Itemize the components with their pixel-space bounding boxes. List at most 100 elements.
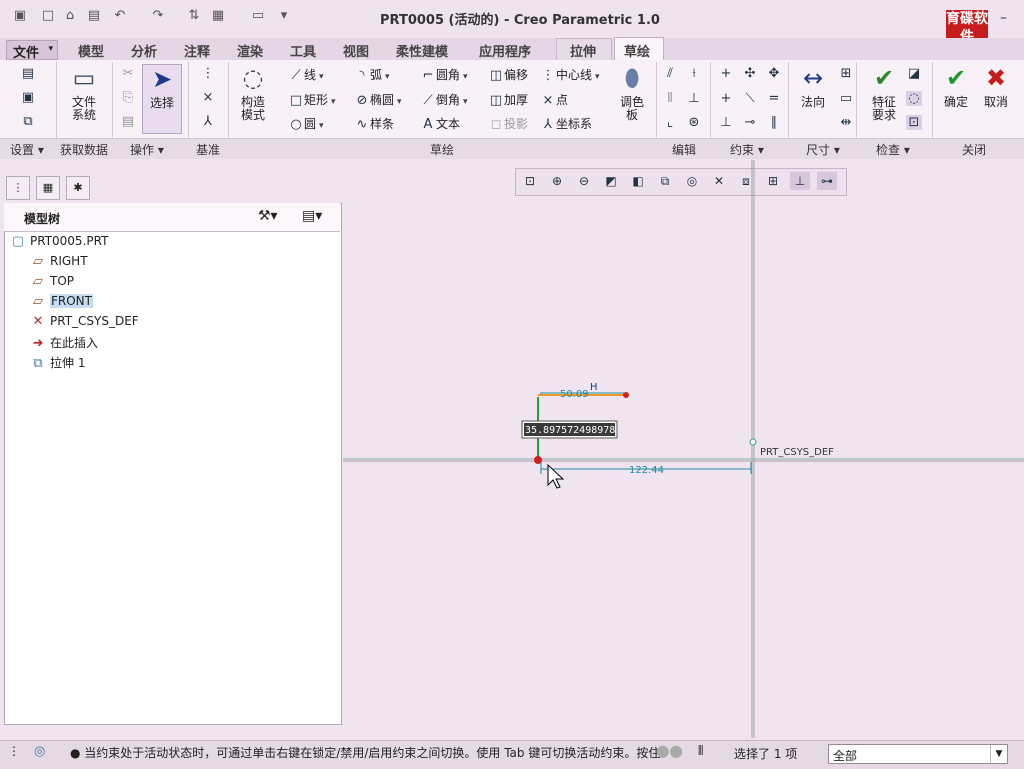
tab-view[interactable]: 视图	[343, 41, 369, 60]
project-tool[interactable]: ◻ 投影	[488, 115, 528, 132]
tree-item-extrude[interactable]: ⧉ 拉伸 1	[30, 354, 85, 371]
ellipse-label: 椭圆	[370, 93, 395, 107]
nav-tree-icon[interactable]: ⋮	[8, 744, 28, 762]
offset-tool[interactable]: ◫ 偏移	[488, 66, 528, 83]
customize-icon[interactable]: ▾	[276, 8, 292, 24]
perpendicular-constraint-icon[interactable]: ⊥	[718, 115, 734, 130]
group-constrain[interactable]: 约束 ▾	[730, 141, 764, 158]
dim-bottom-value: 122.44	[629, 465, 664, 476]
sketch-setup-icon[interactable]: ▤	[20, 66, 36, 81]
feature-requirements-button[interactable]: ✔ 特征要求	[864, 64, 904, 122]
tree-item-insert-here[interactable]: ➜ 在此插入	[30, 334, 98, 351]
rectangle-tool[interactable]: □ 矩形 ▾	[288, 91, 336, 108]
symmetric-constraint-icon[interactable]: ✥	[766, 66, 782, 81]
copy-icon[interactable]: ⎘	[120, 90, 136, 105]
tab-render[interactable]: 渲染	[237, 41, 263, 60]
model-tree-tab[interactable]: ⋮	[6, 176, 30, 200]
save-icon[interactable]: ▤	[86, 8, 102, 24]
perimeter-icon[interactable]: ⊞	[838, 66, 854, 81]
ok-button[interactable]: ✔ 确定	[938, 64, 974, 109]
file-menu[interactable]: 文件 ▾	[6, 40, 58, 61]
vertical-constraint-icon[interactable]: +	[718, 66, 734, 81]
modify-icon[interactable]: ⫽	[662, 66, 678, 81]
group-operations[interactable]: 操作 ▾	[130, 141, 164, 158]
normal-dimension-button[interactable]: ↔ 法向	[794, 64, 832, 109]
circle-tool[interactable]: ○ 圆 ▾	[288, 115, 323, 132]
delete-segment-icon[interactable]: ⟊	[686, 66, 702, 81]
group-inspect[interactable]: 检查 ▾	[876, 141, 910, 158]
text-tool[interactable]: A 文本	[420, 115, 460, 132]
minimize-icon[interactable]: –	[1000, 10, 1007, 26]
fillet-tool[interactable]: ⌐ 圆角 ▾	[420, 66, 468, 83]
chamfer-tool[interactable]: ⟋ 倒角 ▾	[420, 91, 467, 108]
tab-tools[interactable]: 工具	[290, 41, 316, 60]
cut-icon[interactable]: ✂	[120, 66, 136, 81]
equal-constraint-icon[interactable]: =	[766, 91, 782, 106]
palette-button[interactable]: ⬮ 调色板	[614, 64, 650, 122]
line-tool[interactable]: ⟋ 线 ▾	[288, 66, 323, 83]
browser-icon[interactable]: ◎	[34, 744, 54, 762]
undo-icon[interactable]: ↶	[112, 8, 128, 24]
tree-item-front[interactable]: ▱ FRONT	[30, 294, 93, 309]
overlap-geometry-icon[interactable]: ◪	[906, 66, 922, 81]
select-button[interactable]: ➤ 选择	[142, 64, 182, 134]
windows-icon[interactable]: ▦	[210, 8, 226, 24]
selection-count[interactable]: 选择了 1 项	[734, 745, 797, 762]
shade-closed-loops-icon[interactable]: ⊡	[906, 115, 922, 130]
favorites-tab[interactable]: ✱	[66, 176, 90, 200]
sketch-canvas[interactable]: PRT_CSYS_DEF 50.09 H 122.44 35.897572498…	[343, 160, 1024, 738]
tab-flexible[interactable]: 柔性建模	[396, 41, 448, 60]
spline-tool[interactable]: ∿ 样条	[354, 115, 394, 132]
new-icon[interactable]: □	[40, 8, 56, 24]
arc-tool[interactable]: ◝ 弧 ▾	[354, 66, 389, 83]
construct-mode-button[interactable]: ◌ 构造模式	[234, 64, 272, 122]
tree-columns-icon[interactable]: ▤▾	[302, 208, 322, 224]
tab-extrude[interactable]: 拉伸	[570, 41, 596, 60]
feature-req-label: 特征要求	[871, 95, 896, 122]
tab-annotate[interactable]: 注释	[184, 41, 210, 60]
tab-model[interactable]: 模型	[78, 41, 104, 60]
midpoint-constraint-icon[interactable]: ⟍	[742, 91, 758, 106]
sketch-view-icon[interactable]: ⧉	[20, 114, 36, 129]
reference-dim-icon[interactable]: ▭	[838, 91, 854, 106]
tree-item-right[interactable]: ▱ RIGHT	[30, 254, 88, 269]
mirror-icon[interactable]: ⫴	[662, 91, 678, 106]
baseline-icon[interactable]: ⇹	[838, 115, 854, 130]
regenerate-icon[interactable]: ⇅	[186, 8, 202, 24]
datum-centerline-icon[interactable]: ⋮	[200, 66, 216, 81]
cancel-button[interactable]: ✖ 取消	[978, 64, 1014, 109]
ellipse-tool[interactable]: ⊘ 椭圆 ▾	[354, 91, 402, 108]
close-window-icon[interactable]: ▭	[250, 8, 266, 24]
coincident-constraint-icon[interactable]: ⊸	[742, 115, 758, 130]
smart-selection-icon[interactable]: ⫴	[698, 744, 703, 759]
group-setup[interactable]: 设置 ▾	[10, 141, 44, 158]
tree-item-top[interactable]: ▱ TOP	[30, 274, 74, 289]
selection-filter-dropdown[interactable]: 全部 ▼	[828, 744, 1008, 764]
tree-item-csys[interactable]: ✕ PRT_CSYS_DEF	[30, 314, 139, 329]
paste-icon[interactable]: ▤	[120, 114, 136, 129]
centerline-tool[interactable]: ⋮ 中心线 ▾	[540, 66, 600, 83]
open-icon[interactable]: ⌂	[62, 8, 78, 24]
coord-sys-tool[interactable]: ⅄ 坐标系	[540, 115, 592, 132]
corner-icon[interactable]: ⌞	[662, 115, 678, 130]
datum-csys-icon[interactable]: ⅄	[200, 114, 216, 129]
datum-point-icon[interactable]: ×	[200, 90, 216, 105]
rotate-resize-icon[interactable]: ⊛	[686, 115, 702, 130]
redo-icon[interactable]: ↷	[150, 8, 166, 24]
file-system-button[interactable]: ▭ 文件系统	[62, 64, 106, 122]
thicken-tool[interactable]: ◫ 加厚	[488, 91, 528, 108]
divide-icon[interactable]: ⊥	[686, 91, 702, 106]
tree-settings-icon[interactable]: ⚒▾	[258, 208, 278, 224]
group-dimension[interactable]: 尺寸 ▾	[806, 141, 840, 158]
tab-applications[interactable]: 应用程序	[479, 41, 531, 60]
parallel-constraint-icon[interactable]: ∥	[766, 115, 782, 130]
tangent-constraint-icon[interactable]: ✣	[742, 66, 758, 81]
tab-analysis[interactable]: 分析	[131, 41, 157, 60]
references-icon[interactable]: ▣	[20, 90, 36, 105]
horizontal-constraint-icon[interactable]: +	[718, 91, 734, 106]
tab-sketch[interactable]: 草绘	[624, 41, 650, 60]
tree-item-part[interactable]: ▢ PRT0005.PRT	[10, 234, 109, 249]
point-tool[interactable]: × 点	[540, 91, 568, 108]
highlight-open-ends-icon[interactable]: ◌	[906, 91, 922, 106]
folder-browser-tab[interactable]: ▦	[36, 176, 60, 200]
